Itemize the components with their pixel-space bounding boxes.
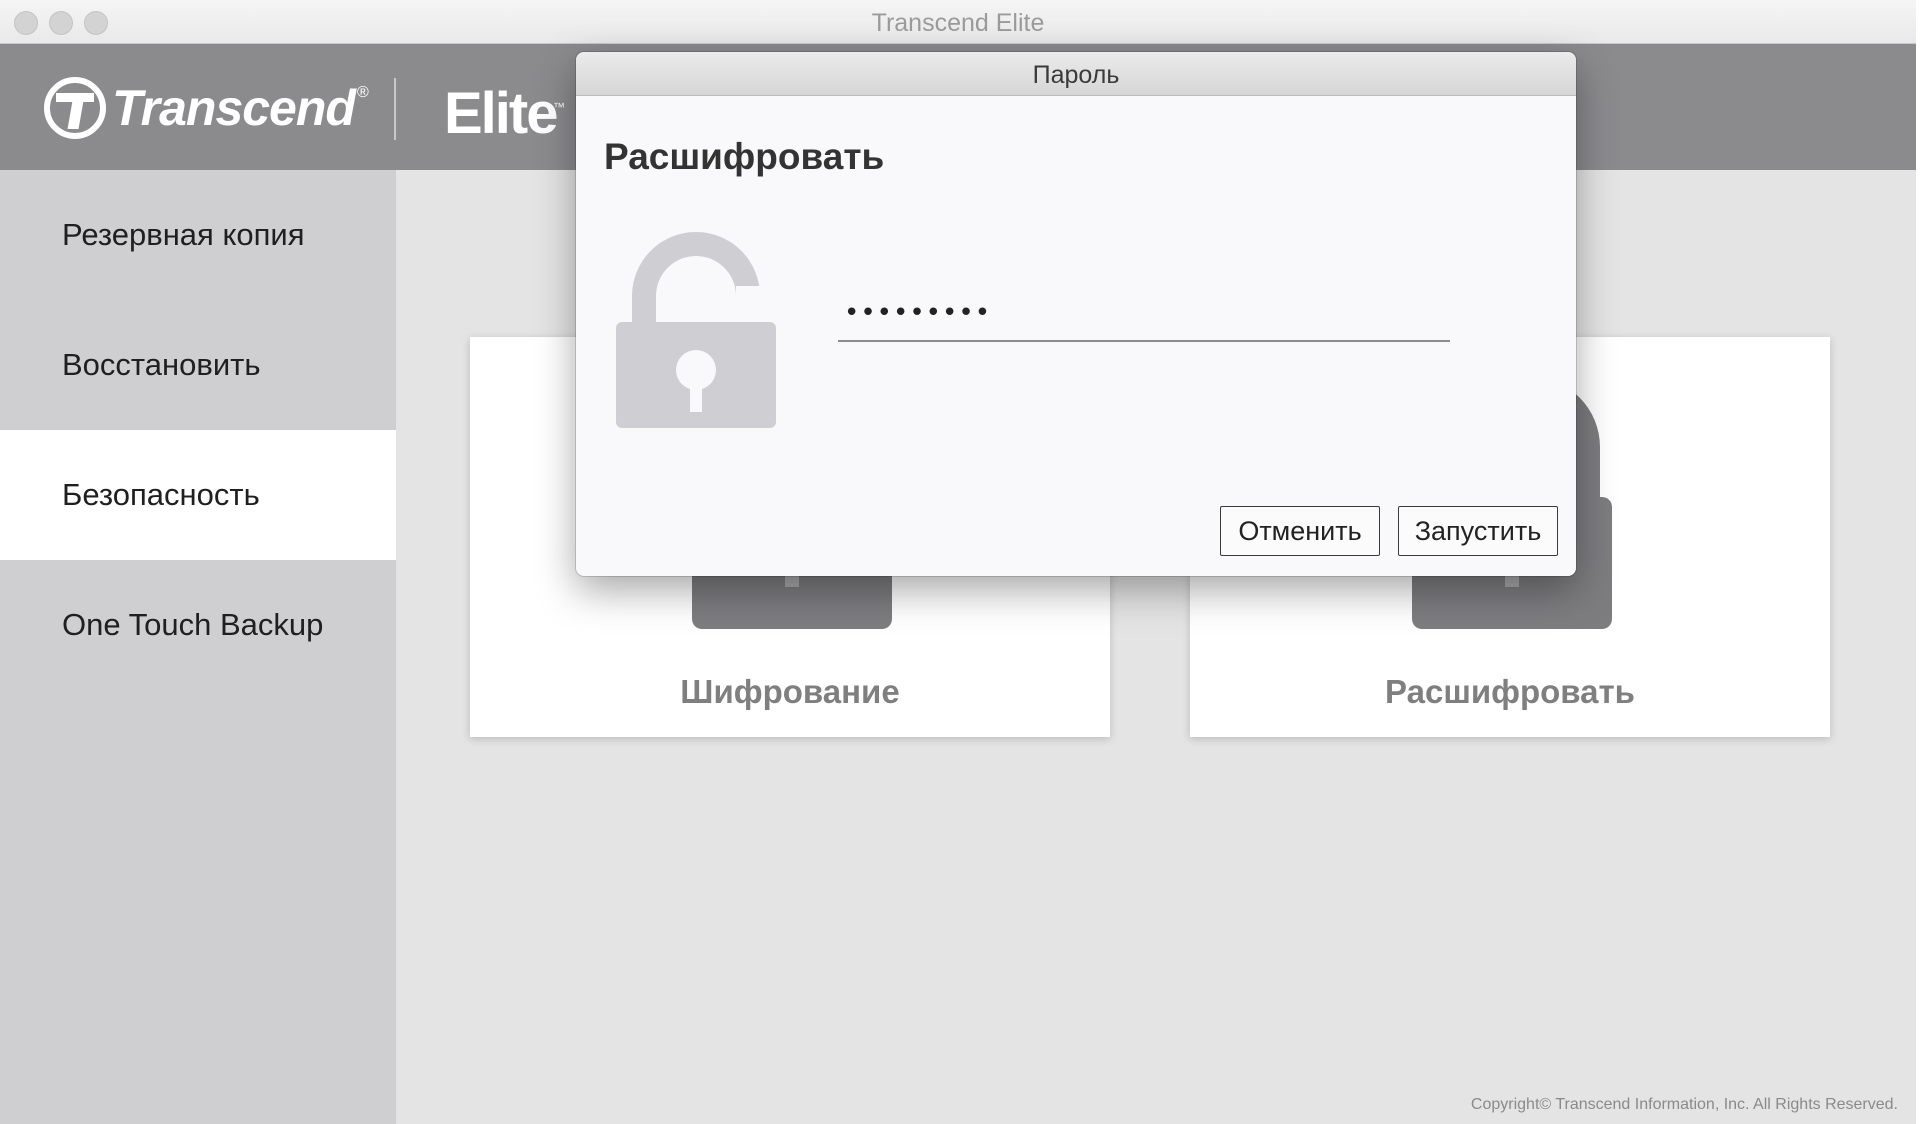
copyright-text: Copyright© Transcend Information, Inc. A… <box>1470 1096 1898 1113</box>
sidebar-item-security[interactable]: Безопасность <box>0 430 396 560</box>
cancel-button[interactable]: Отменить <box>1220 506 1380 556</box>
password-dialog: Пароль Расшифровать ••••••••• Отменить З… <box>576 52 1576 576</box>
sidebar-item-one-touch-backup[interactable]: One Touch Backup <box>0 560 396 690</box>
password-masked-value: ••••••••• <box>844 298 992 328</box>
brand-registered-mark: ® <box>356 84 369 101</box>
dialog-heading: Расшифровать <box>604 136 885 177</box>
start-button[interactable]: Запустить <box>1398 506 1558 556</box>
encrypt-card-label: Шифрование <box>680 673 900 710</box>
padlock-keyhole-slot <box>690 382 702 412</box>
password-input[interactable]: ••••••••• <box>838 292 1450 342</box>
transcend-logo: Transcend ® <box>44 77 369 139</box>
window-title: Transcend Elite <box>871 9 1045 37</box>
header-divider <box>394 78 396 140</box>
product-trademark: ™ <box>553 100 565 114</box>
window-titlebar[interactable]: Transcend Elite <box>0 0 1916 44</box>
sidebar-item-backup[interactable]: Резервная копия <box>0 170 396 300</box>
dialog-titlebar[interactable]: Пароль <box>576 52 1576 96</box>
sidebar-item-restore[interactable]: Восстановить <box>0 300 396 430</box>
brand-name: Transcend <box>112 80 356 136</box>
product-logo: Elite <box>444 81 558 146</box>
sidebar: Резервная копия Восстановить Безопасност… <box>0 170 396 1124</box>
transcend-logo-icon <box>44 77 106 139</box>
app-window: Transcend Elite Transcend ® Elite ™ Резе… <box>0 0 1916 1124</box>
decrypt-card-label: Расшифровать <box>1385 673 1635 710</box>
dialog-title: Пароль <box>1032 61 1120 89</box>
